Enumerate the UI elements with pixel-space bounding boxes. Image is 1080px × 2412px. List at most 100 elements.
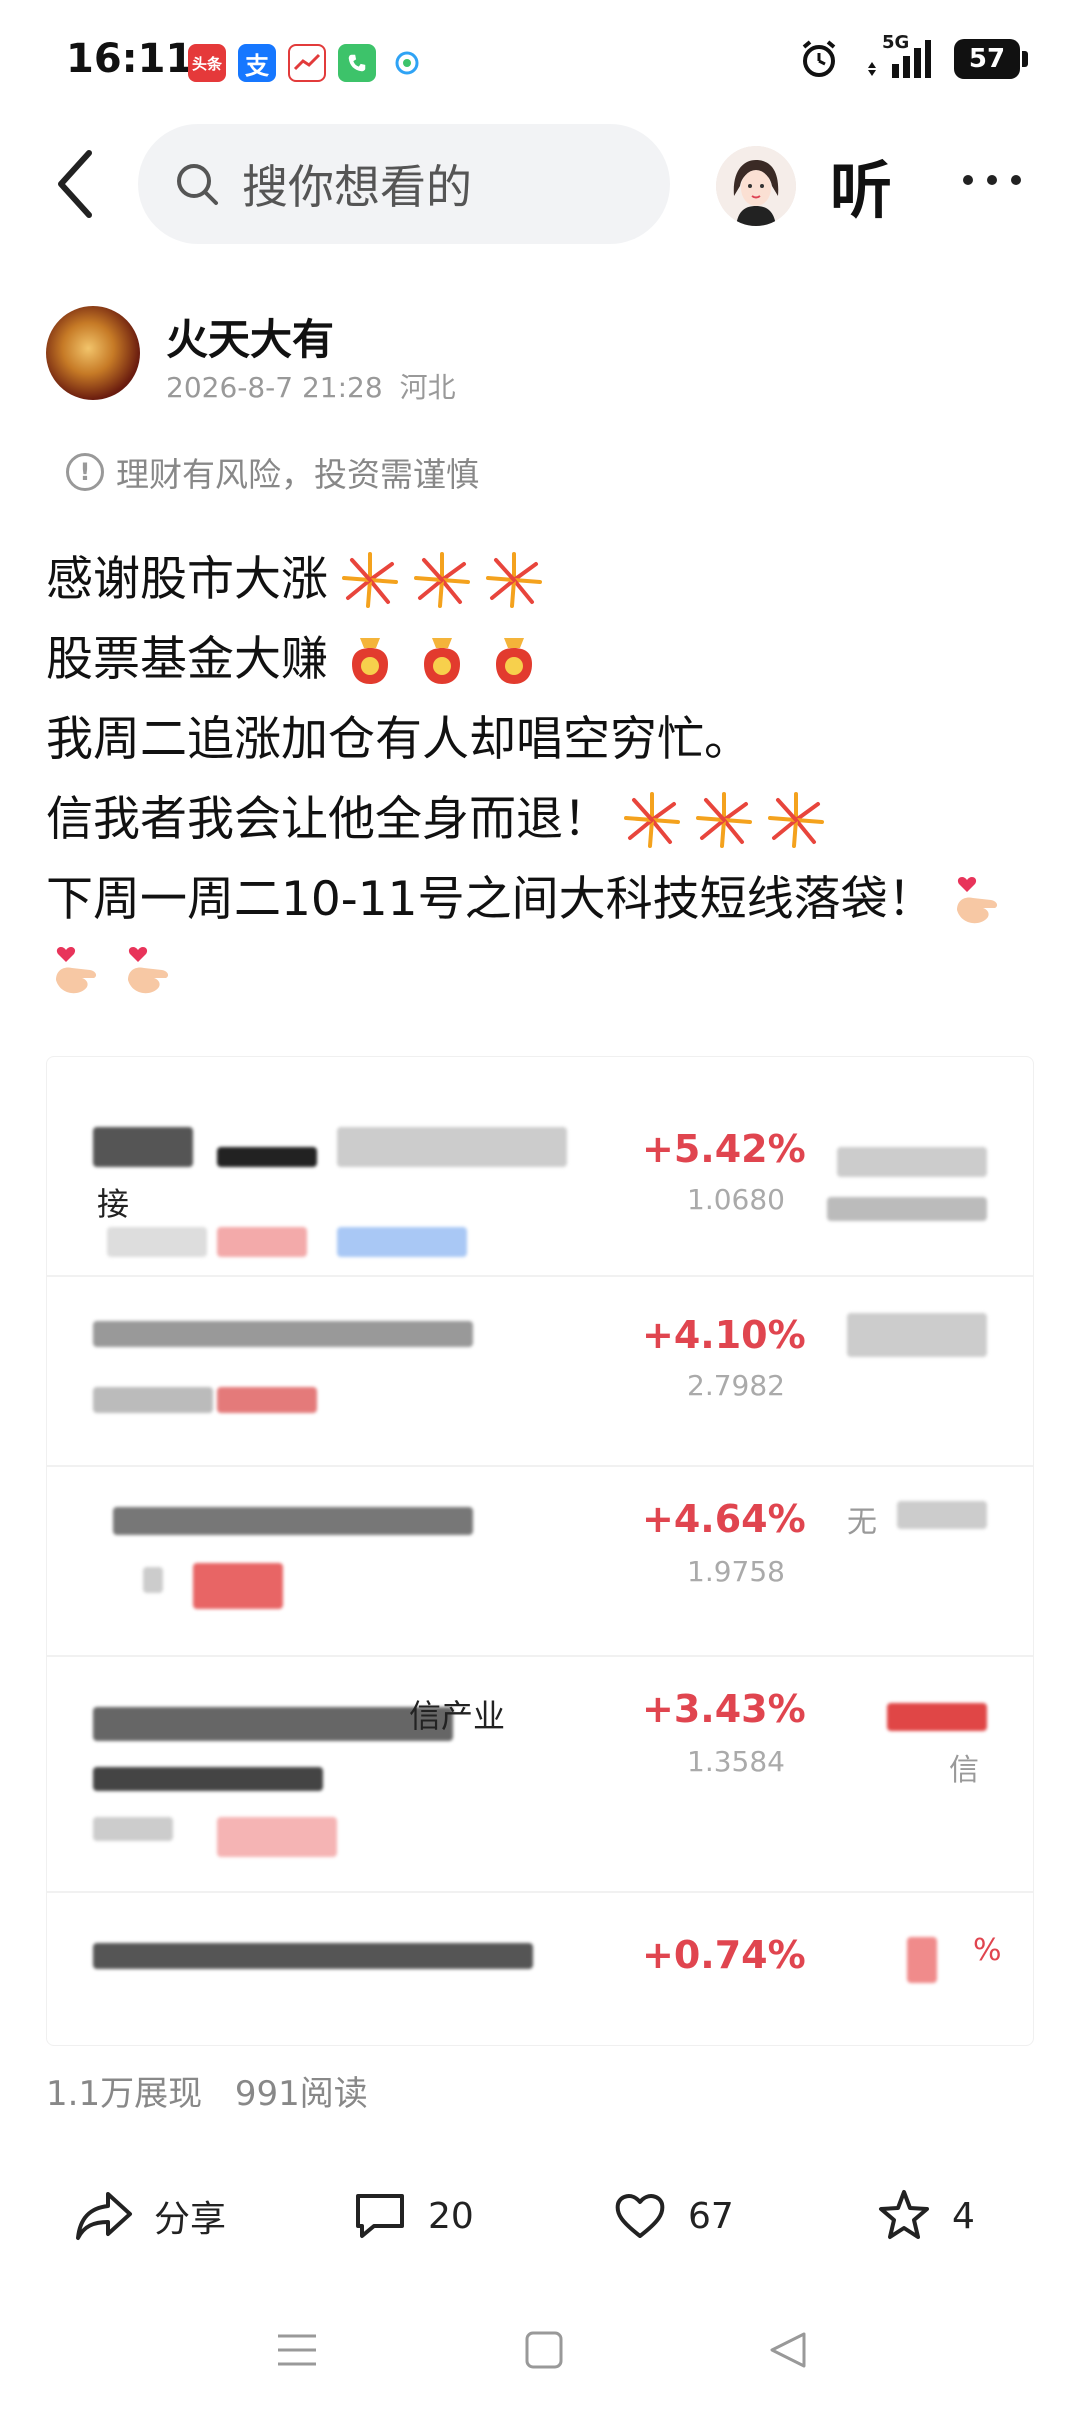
impression-count: 1.1万展现 (46, 2074, 203, 2114)
comment-count: 20 (428, 2195, 474, 2237)
post-line: 下周一周二10-11号之间大科技短线落袋！ (46, 860, 1036, 940)
back-nav-icon[interactable] (768, 2330, 808, 2370)
blurred-fund-name (217, 1147, 317, 1167)
menu-nav-icon[interactable] (276, 2330, 318, 2370)
back-button[interactable] (40, 144, 110, 224)
blurred-tag (193, 1563, 283, 1609)
finger-heart-icon (56, 947, 97, 994)
fireworks-icon (768, 792, 824, 848)
blurred-tag (217, 1817, 337, 1857)
fund-label: 信产业 (409, 1697, 506, 1735)
post-line (46, 940, 1036, 1000)
blurred-tag (217, 1227, 307, 1257)
phone-app-icon (338, 44, 376, 82)
top-nav: 搜你想看的 听 (0, 120, 1080, 250)
alipay-icon: 支 (238, 44, 276, 82)
fund-row: +4.10% 2.7982 (47, 1277, 1033, 1467)
blurred-fund-name (113, 1507, 473, 1535)
blurred-side-info (837, 1147, 987, 1177)
fund-nav-value: 1.3584 (687, 1745, 785, 1778)
fund-change-percent: +0.74% (642, 1933, 806, 1977)
blurred-tag (93, 1387, 213, 1413)
home-nav-icon[interactable] (524, 2330, 564, 2370)
fireworks-icon (414, 552, 470, 608)
status-right: 5G 57 (798, 32, 1028, 80)
comment-button[interactable]: 20 (352, 2188, 474, 2244)
blurred-tag (143, 1567, 163, 1593)
post-line: 股票基金大赚 (46, 620, 1036, 700)
blurred-fund-name (93, 1321, 473, 1347)
info-icon: ! (66, 453, 104, 491)
post-line: 感谢股市大涨 (46, 540, 1036, 620)
share-button[interactable]: 分享 (74, 2188, 226, 2244)
read-count: 991阅读 (234, 2074, 368, 2114)
search-icon (177, 164, 218, 205)
more-dot-icon (963, 175, 973, 185)
more-dot-icon (987, 175, 997, 185)
notification-icons: 头条 支 (188, 44, 426, 82)
blurred-fund-name (93, 1707, 453, 1741)
risk-warning: ! 理财有风险，投资需谨慎 (66, 448, 479, 496)
fund-row: 信产业 +3.43% 1.3584 信 (47, 1657, 1033, 1893)
blurred-side-info (827, 1197, 987, 1221)
signal-icon: 5G (862, 32, 932, 80)
blurred-side-info (847, 1313, 987, 1357)
battery-indicator: 57 (954, 39, 1028, 79)
favorite-count: 4 (952, 2195, 975, 2237)
action-bar: 分享 20 67 4 (0, 2170, 1080, 2270)
fireworks-icon (342, 552, 398, 608)
fund-row: +0.74% % (47, 1893, 1033, 2045)
more-options-button[interactable] (952, 150, 1032, 210)
back-arrow-icon (58, 150, 92, 218)
blurred-tag (217, 1387, 317, 1413)
blurred-tag (93, 1817, 173, 1841)
like-count: 67 (688, 2195, 734, 2237)
blurred-tag (107, 1227, 207, 1257)
search-placeholder: 搜你想看的 (242, 160, 472, 214)
status-bar: 16:11 头条 支 5G 57 (0, 0, 1080, 120)
blurred-fund-name (337, 1127, 567, 1167)
fund-label: 接 (97, 1185, 130, 1223)
stock-app-icon (288, 44, 326, 82)
author-name[interactable]: 火天大有 (166, 306, 334, 367)
mobile-app-icon (388, 44, 426, 82)
post-location: 河北 (399, 371, 456, 404)
favorite-button[interactable]: 4 (876, 2188, 975, 2244)
post-datetime: 2026-8-7 21:28 (166, 371, 383, 404)
fireworks-icon (624, 792, 680, 848)
heart-icon (615, 2194, 665, 2238)
blurred-side-info (897, 1501, 987, 1529)
finger-heart-icon (128, 947, 169, 994)
search-input[interactable]: 搜你想看的 (138, 124, 670, 244)
money-bag-icon (424, 638, 460, 684)
comment-icon (356, 2194, 404, 2238)
fund-side-text: 无 (847, 1505, 877, 1540)
blurred-tag (93, 1767, 323, 1791)
fireworks-icon (486, 552, 542, 608)
fund-nav-value: 1.0680 (687, 1183, 785, 1216)
user-avatar[interactable] (716, 146, 796, 226)
alarm-icon (802, 40, 836, 77)
status-time: 16:11 (66, 36, 194, 82)
blurred-fund-name (93, 1943, 533, 1969)
like-button[interactable]: 67 (612, 2188, 734, 2244)
author-avatar[interactable] (46, 306, 140, 400)
post-body: 感谢股市大涨 股票基金大赚 我周二追涨加仓有人却唱空穷忙。 信我者我会让他全身而… (46, 540, 1036, 1000)
listen-button[interactable]: 听 (830, 140, 892, 230)
post-line: 我周二追涨加仓有人却唱空穷忙。 (46, 712, 751, 767)
share-icon (76, 2192, 132, 2240)
blurred-fund-name (93, 1127, 193, 1167)
fund-change-percent: +3.43% (642, 1687, 806, 1731)
more-dot-icon (1011, 175, 1021, 185)
post-meta: 2026-8-7 21:28 河北 (166, 366, 456, 406)
star-icon (879, 2190, 929, 2239)
finger-heart-icon (956, 877, 997, 924)
blurred-side-info (907, 1937, 937, 1983)
fund-nav-value: 1.9758 (687, 1555, 785, 1588)
risk-warning-text: 理财有风险，投资需谨慎 (116, 455, 479, 494)
fireworks-icon (696, 792, 752, 848)
post-line: 信我者我会让他全身而退！ (46, 780, 1036, 860)
share-label: 分享 (154, 2199, 227, 2240)
post-image[interactable]: 接 +5.42% 1.0680 +4.10% 2.7982 +4.64% 1.9… (46, 1056, 1034, 2046)
fund-row: +4.64% 1.9758 无 (47, 1467, 1033, 1657)
